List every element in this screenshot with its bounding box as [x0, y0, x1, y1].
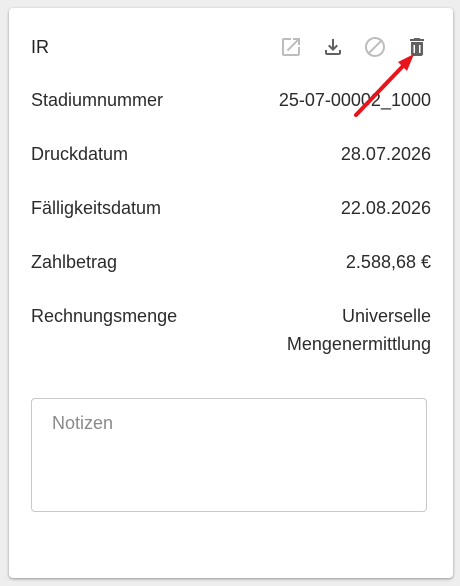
delete-button[interactable]: [403, 33, 431, 61]
download-icon: [325, 39, 341, 55]
detail-row-zahlbetrag: Zahlbetrag 2.588,68 €: [31, 248, 431, 276]
details-list: Stadiumnummer 25-07-00002_1000 Druckdatu…: [31, 86, 431, 384]
detail-value: 28.07.2026: [340, 144, 431, 164]
detail-row-faelligkeitsdatum: Fälligkeitsdatum 22.08.2026: [31, 194, 431, 222]
detail-value: 25-07-00002_1000: [278, 90, 431, 110]
card-header: IR: [31, 34, 431, 60]
detail-row-druckdatum: Druckdatum 28.07.2026: [31, 140, 431, 168]
block-button[interactable]: [361, 33, 389, 61]
detail-value: 2.588,68 €: [345, 252, 431, 272]
detail-label: Rechnungsmenge: [31, 306, 178, 326]
block-icon: [365, 37, 385, 57]
download-button[interactable]: [319, 33, 347, 61]
detail-label: Stadiumnummer: [31, 90, 164, 110]
notes-input[interactable]: [31, 398, 427, 512]
detail-value: Universelle Mengenermittlung: [286, 306, 431, 354]
open-external-icon: [282, 38, 300, 56]
detail-label: Zahlbetrag: [31, 252, 118, 272]
detail-row-rechnungsmenge: Rechnungsmenge Universelle Mengenermittl…: [31, 302, 431, 358]
invoice-card: IR Stadiumnummer 25-07-00002_1000 Druckd…: [9, 8, 453, 578]
open-external-button[interactable]: [277, 33, 305, 61]
action-toolbar: [277, 33, 431, 61]
detail-row-stadiumnummer: Stadiumnummer 25-07-00002_1000: [31, 86, 431, 114]
detail-label: Fälligkeitsdatum: [31, 198, 162, 218]
detail-value: 22.08.2026: [340, 198, 431, 218]
card-title: IR: [31, 36, 49, 57]
detail-label: Druckdatum: [31, 144, 129, 164]
delete-icon: [410, 38, 424, 56]
